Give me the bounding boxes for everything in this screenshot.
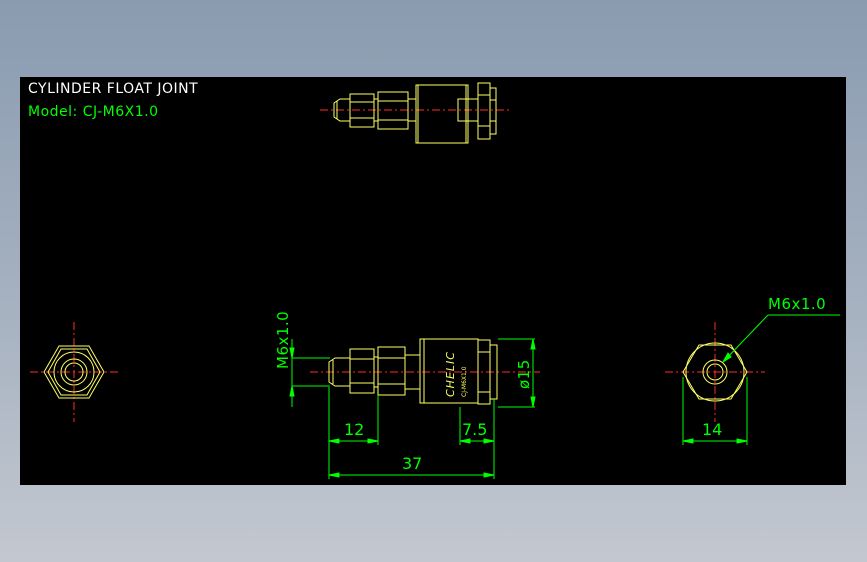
- top-view: [320, 82, 510, 144]
- end-length-dim-text: 7.5: [462, 420, 487, 439]
- diameter-dim-text: ø15: [515, 359, 533, 389]
- nut-length-dim-text: 12: [344, 420, 364, 439]
- model-label: Model: CJ-M6X1.0: [28, 104, 159, 120]
- body-marking: CHELIC CJ-M6X1.0: [444, 351, 468, 397]
- dimensions: [289, 314, 840, 479]
- body-model-label: CJ-M6X1.0: [461, 366, 468, 397]
- diameter-dim: ø15: [515, 359, 533, 389]
- front-view: [310, 338, 540, 405]
- drawing-title: CYLINDER FLOAT JOINT: [28, 81, 198, 97]
- hex-width-dim-text: 14: [702, 420, 722, 439]
- left-end-view: [30, 322, 120, 422]
- thread-dim-vertical: M6x1.0: [274, 311, 292, 369]
- body-brand-label: CHELIC: [444, 351, 457, 397]
- thread-dim-text: M6x1.0: [274, 311, 292, 369]
- thread-leader-text: M6x1.0: [768, 295, 826, 313]
- total-length-dim-text: 37: [402, 454, 422, 473]
- right-end-view: [665, 322, 765, 422]
- cad-drawing-area: CYLINDER FLOAT JOINT Model: CJ-M6X1.0 CH…: [20, 77, 846, 485]
- cad-canvas: CYLINDER FLOAT JOINT Model: CJ-M6X1.0 CH…: [28, 81, 840, 479]
